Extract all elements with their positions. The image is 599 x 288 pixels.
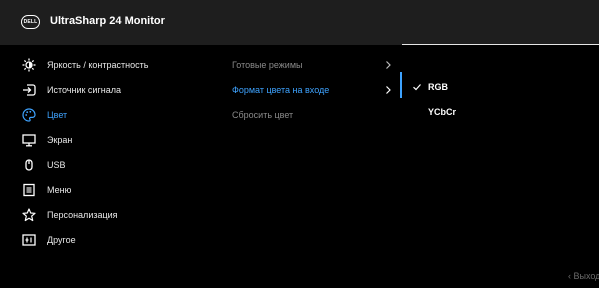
- menu-list-icon: [22, 183, 36, 197]
- submenu-item-reset-color[interactable]: Сбросить цвет: [232, 105, 392, 125]
- exit-button[interactable]: ‹ Выход: [568, 271, 599, 281]
- chevron-right-icon: [386, 61, 391, 69]
- star-icon: [22, 208, 36, 222]
- option-label: RGB: [428, 82, 448, 92]
- brightness-icon: [22, 58, 36, 72]
- submenu-item-preset-modes[interactable]: Готовые режимы: [232, 55, 392, 75]
- menu-item-personalization[interactable]: Персонализация: [22, 205, 212, 225]
- menu-item-menu[interactable]: Меню: [22, 180, 212, 200]
- usb-mouse-icon: [22, 158, 36, 172]
- menu-item-label: Экран: [47, 135, 73, 145]
- submenu-item-input-color-format[interactable]: Формат цвета на входе: [232, 80, 392, 100]
- checkmark-icon: [413, 84, 421, 91]
- menu-item-label: Меню: [47, 185, 72, 195]
- monitor-title: UltraSharp 24 Monitor: [50, 15, 165, 27]
- menu-item-label: Персонализация: [47, 210, 118, 220]
- submenu-item-label: Готовые режимы: [232, 60, 303, 70]
- menu-item-label: Яркость / контрастность: [47, 60, 149, 70]
- menu-item-label: USB: [47, 160, 66, 170]
- option-ycbcr[interactable]: YCbCr: [412, 102, 572, 122]
- menu-item-other[interactable]: Другое: [22, 230, 212, 250]
- submenu-item-label: Сбросить цвет: [232, 110, 294, 120]
- menu-item-label: Цвет: [47, 110, 68, 120]
- title-bar: DELL UltraSharp 24 Monitor: [0, 0, 599, 45]
- menu-item-input-source[interactable]: Источник сигнала: [22, 80, 212, 100]
- display-icon: [22, 133, 36, 147]
- menu-item-brightness-contrast[interactable]: Яркость / контрастность: [22, 55, 212, 75]
- option-rgb[interactable]: RGB: [412, 77, 572, 97]
- submenu-item-label: Формат цвета на входе: [232, 85, 330, 95]
- menu-item-label: Другое: [47, 235, 76, 245]
- chevron-right-icon: [386, 86, 391, 94]
- input-source-icon: [22, 83, 36, 97]
- other-info-icon: [22, 233, 36, 247]
- color-palette-icon: [22, 108, 36, 122]
- menu-item-label: Источник сигнала: [47, 85, 121, 95]
- dell-logo: DELL: [21, 15, 40, 29]
- option-label: YCbCr: [428, 107, 457, 117]
- selection-divider: [400, 72, 402, 98]
- menu-item-display[interactable]: Экран: [22, 130, 212, 150]
- menu-item-color[interactable]: Цвет: [22, 105, 212, 125]
- menu-item-usb[interactable]: USB: [22, 155, 212, 175]
